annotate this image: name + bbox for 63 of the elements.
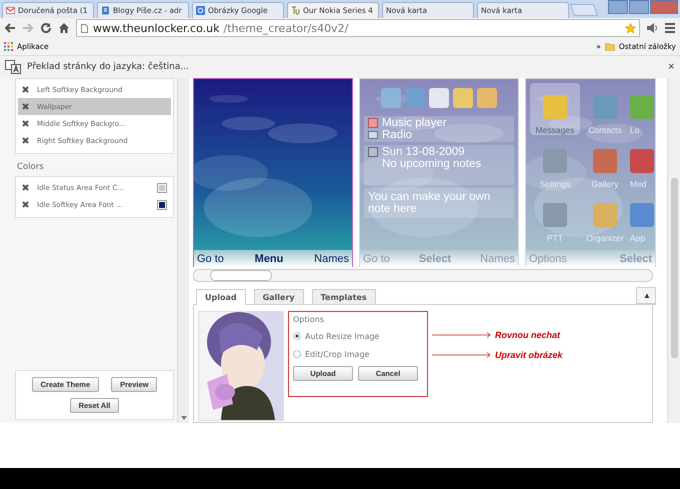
star-icon[interactable] bbox=[625, 22, 636, 34]
remove-icon bbox=[22, 137, 29, 144]
remove-icon bbox=[22, 86, 29, 93]
remove-icon bbox=[22, 103, 29, 110]
app-tile-icon[interactable] bbox=[453, 88, 473, 108]
color-swatch[interactable] bbox=[157, 182, 167, 192]
radio-button[interactable] bbox=[293, 350, 301, 358]
remove-icon bbox=[22, 120, 29, 127]
address-bar[interactable]: www.theunlocker.co.uk /theme_creator/s40v2/ bbox=[76, 19, 640, 37]
color-swatch[interactable] bbox=[157, 200, 167, 210]
scrollbar-thumb[interactable] bbox=[210, 270, 272, 282]
remove-icon bbox=[22, 201, 29, 208]
close-button[interactable]: × bbox=[667, 62, 675, 72]
softkey-label[interactable]: Go to bbox=[197, 252, 224, 264]
apps-grid-icon[interactable] bbox=[4, 42, 13, 51]
menu-icon[interactable] bbox=[664, 22, 676, 34]
softkey-label[interactable]: Names bbox=[314, 252, 349, 264]
options-title: Options bbox=[293, 315, 325, 324]
back-icon[interactable] bbox=[4, 22, 16, 34]
music-icon bbox=[368, 118, 378, 128]
home-icon[interactable] bbox=[58, 22, 70, 34]
scrollbar[interactable] bbox=[177, 78, 189, 423]
new-tab-button[interactable] bbox=[570, 4, 598, 16]
app-tile-icon[interactable] bbox=[381, 88, 401, 108]
date-text: Sun 13-08-2009 bbox=[382, 146, 464, 158]
document-icon bbox=[101, 6, 110, 15]
scrollbar-thumb[interactable] bbox=[670, 178, 678, 358]
notes-text: No upcoming notes bbox=[381, 158, 482, 172]
translate-icon bbox=[5, 60, 21, 74]
url-host: www.theunlocker.co.uk bbox=[93, 22, 220, 34]
page-scrollbar[interactable] bbox=[667, 78, 680, 423]
note-text: You can make your own note here bbox=[368, 190, 492, 217]
app-tile-icon[interactable] bbox=[405, 88, 425, 108]
radio-button[interactable] bbox=[293, 332, 301, 340]
translate-message: Překlad stránky do jazyka: čeština... bbox=[27, 62, 190, 72]
option-label: Edit/Crop Image bbox=[305, 350, 370, 358]
forward-icon[interactable] bbox=[22, 22, 34, 34]
remove-icon bbox=[22, 184, 29, 191]
radio-icon bbox=[368, 130, 378, 140]
page-icon bbox=[80, 24, 89, 32]
softkey-label[interactable]: Menu bbox=[254, 252, 284, 264]
panel-tab[interactable]: Upload bbox=[196, 289, 246, 305]
mail-icon bbox=[6, 6, 15, 15]
annotation-text: Upravit obrázek bbox=[495, 350, 563, 360]
arrow bbox=[432, 351, 492, 359]
speaker-icon[interactable] bbox=[646, 22, 658, 34]
calendar-icon bbox=[368, 147, 378, 157]
maximize-button[interactable] bbox=[629, 0, 649, 14]
close-window-button[interactable] bbox=[650, 0, 678, 14]
folder-icon bbox=[604, 42, 615, 51]
panel-tab[interactable]: Gallery bbox=[254, 289, 304, 304]
url-path: /theme_creator/s40v2/ bbox=[223, 22, 350, 34]
option-label: Auto Resize Image bbox=[305, 332, 380, 340]
app-tile-icon[interactable] bbox=[477, 88, 497, 108]
panel-tab[interactable]: Templates bbox=[312, 289, 376, 304]
horizontal-scrollbar[interactable] bbox=[193, 269, 653, 282]
minimize-button[interactable] bbox=[608, 0, 628, 14]
reload-icon[interactable] bbox=[40, 22, 52, 34]
annotation-text: Rovnou nechat bbox=[495, 330, 560, 340]
app-tile-icon[interactable] bbox=[429, 88, 449, 108]
section-heading: Colors bbox=[17, 162, 45, 172]
arrow bbox=[432, 331, 492, 339]
collapse-button[interactable]: ▲ bbox=[636, 287, 656, 304]
